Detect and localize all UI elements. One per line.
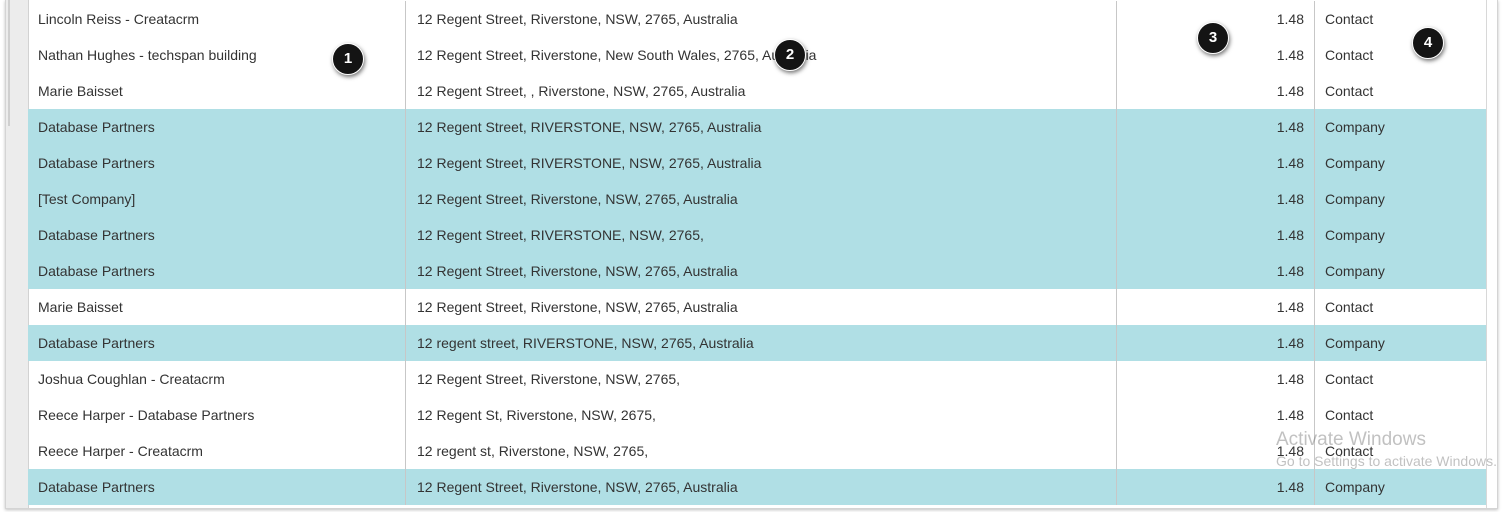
- distance-cell: 1.48: [1116, 145, 1314, 181]
- distance-cell: 1.48: [1116, 73, 1314, 109]
- distance-cell: 1.48: [1116, 289, 1314, 325]
- name-cell: [Test Company]: [38, 191, 136, 207]
- type-cell: Contact: [1314, 397, 1488, 433]
- address-cell: 12 Regent Street, Riverstone, NSW, 2765,: [405, 361, 1116, 397]
- name-cell: Database Partners: [38, 479, 155, 495]
- address-cell: 12 regent street, RIVERSTONE, NSW, 2765,…: [405, 325, 1116, 361]
- address-cell: 12 regent st, Riverstone, NSW, 2765,: [405, 433, 1116, 469]
- type-cell: Contact: [1314, 289, 1488, 325]
- name-cell: Database Partners: [38, 335, 155, 351]
- name-cell: Database Partners: [38, 155, 155, 171]
- table-row[interactable]: [Test Company] 12 Regent Street, Riversto…: [28, 181, 1488, 217]
- distance-cell: 1.48: [1116, 181, 1314, 217]
- table-row[interactable]: Database Partners 12 Regent Street, River…: [28, 469, 1488, 505]
- table-row[interactable]: Database Partners 12 Regent Street, RIVER…: [28, 217, 1488, 253]
- type-cell: Contact: [1314, 73, 1488, 109]
- address-cell: 12 Regent Street, RIVERSTONE, NSW, 2765,: [405, 217, 1116, 253]
- type-cell: Contact: [1314, 1, 1488, 37]
- name-cell: Marie Baisset: [38, 299, 123, 315]
- name-cell: Reece Harper - Database Partners: [38, 407, 255, 423]
- type-cell: Company: [1314, 469, 1488, 505]
- distance-cell: 1.48: [1116, 325, 1314, 361]
- right-scrollbar[interactable]: [1486, 0, 1497, 508]
- address-cell: 12 Regent Street, , Riverstone, NSW, 276…: [405, 73, 1116, 109]
- scrollbar-thumb[interactable]: [8, 0, 10, 126]
- type-cell: Company: [1314, 181, 1488, 217]
- type-cell: Company: [1314, 325, 1488, 361]
- name-cell: Reece Harper - Creatacrm: [38, 443, 203, 459]
- address-cell: 12 Regent Street, Riverstone, NSW, 2765,…: [405, 289, 1116, 325]
- address-cell: 12 Regent Street, Riverstone, NSW, 2765,…: [405, 181, 1116, 217]
- type-cell: Company: [1314, 109, 1488, 145]
- callout-marker-1: 1: [332, 43, 364, 75]
- left-scrollbar[interactable]: [6, 0, 29, 508]
- table-row[interactable]: Reece Harper - Database Partners 12 Regen…: [28, 397, 1488, 433]
- table-row[interactable]: Database Partners 12 Regent Street, River…: [28, 253, 1488, 289]
- distance-cell: 1.48: [1116, 397, 1314, 433]
- table-row[interactable]: Marie Baisset 12 Regent Street, , Riverst…: [28, 73, 1488, 109]
- results-grid: Lincoln Reiss - Creatacrm 12 Regent Stree…: [5, 0, 1498, 509]
- type-cell: Contact: [1314, 361, 1488, 397]
- address-cell: 12 Regent Street, Riverstone, New South …: [405, 37, 1116, 73]
- address-cell: 12 Regent Street, Riverstone, NSW, 2765,…: [405, 253, 1116, 289]
- name-cell: Database Partners: [38, 119, 155, 135]
- distance-cell: 1.48: [1116, 253, 1314, 289]
- table-row[interactable]: Database Partners 12 Regent Street, RIVER…: [28, 145, 1488, 181]
- distance-cell: 1.48: [1116, 109, 1314, 145]
- grid-rows: Lincoln Reiss - Creatacrm 12 Regent Stree…: [28, 1, 1488, 505]
- name-cell: Database Partners: [38, 263, 155, 279]
- type-cell: Company: [1314, 253, 1488, 289]
- address-cell: 12 Regent Street, Riverstone, NSW, 2765,…: [405, 469, 1116, 505]
- name-cell: Lincoln Reiss - Creatacrm: [38, 11, 200, 27]
- distance-cell: 1.48: [1116, 469, 1314, 505]
- callout-marker-3: 3: [1197, 22, 1229, 54]
- callout-marker-4: 4: [1412, 27, 1444, 59]
- distance-cell: 1.48: [1116, 217, 1314, 253]
- type-cell: Contact: [1314, 433, 1488, 469]
- name-cell: Database Partners: [38, 227, 155, 243]
- address-cell: 12 Regent Street, Riverstone, NSW, 2765,…: [405, 1, 1116, 37]
- distance-cell: 1.48: [1116, 433, 1314, 469]
- address-cell: 12 Regent St, Riverstone, NSW, 2675,: [405, 397, 1116, 433]
- type-cell: Company: [1314, 217, 1488, 253]
- type-cell: Contact: [1314, 37, 1488, 73]
- type-cell: Company: [1314, 145, 1488, 181]
- name-cell: Marie Baisset: [38, 83, 123, 99]
- table-row[interactable]: Database Partners 12 regent street, RIVER…: [28, 325, 1488, 361]
- callout-marker-2: 2: [774, 39, 806, 71]
- table-row[interactable]: Marie Baisset 12 Regent Street, Riverston…: [28, 289, 1488, 325]
- table-row[interactable]: Lincoln Reiss - Creatacrm 12 Regent Stree…: [28, 1, 1488, 37]
- name-cell: Joshua Coughlan - Creatacrm: [38, 371, 225, 387]
- distance-cell: 1.48: [1116, 361, 1314, 397]
- table-row[interactable]: Nathan Hughes - techspan building 12 Rege…: [28, 37, 1488, 73]
- table-row[interactable]: Reece Harper - Creatacrm 12 regent st, Ri…: [28, 433, 1488, 469]
- address-cell: 12 Regent Street, RIVERSTONE, NSW, 2765,…: [405, 145, 1116, 181]
- table-row[interactable]: Database Partners 12 Regent Street, RIVER…: [28, 109, 1488, 145]
- address-cell: 12 Regent Street, RIVERSTONE, NSW, 2765,…: [405, 109, 1116, 145]
- table-row[interactable]: Joshua Coughlan - Creatacrm 12 Regent Str…: [28, 361, 1488, 397]
